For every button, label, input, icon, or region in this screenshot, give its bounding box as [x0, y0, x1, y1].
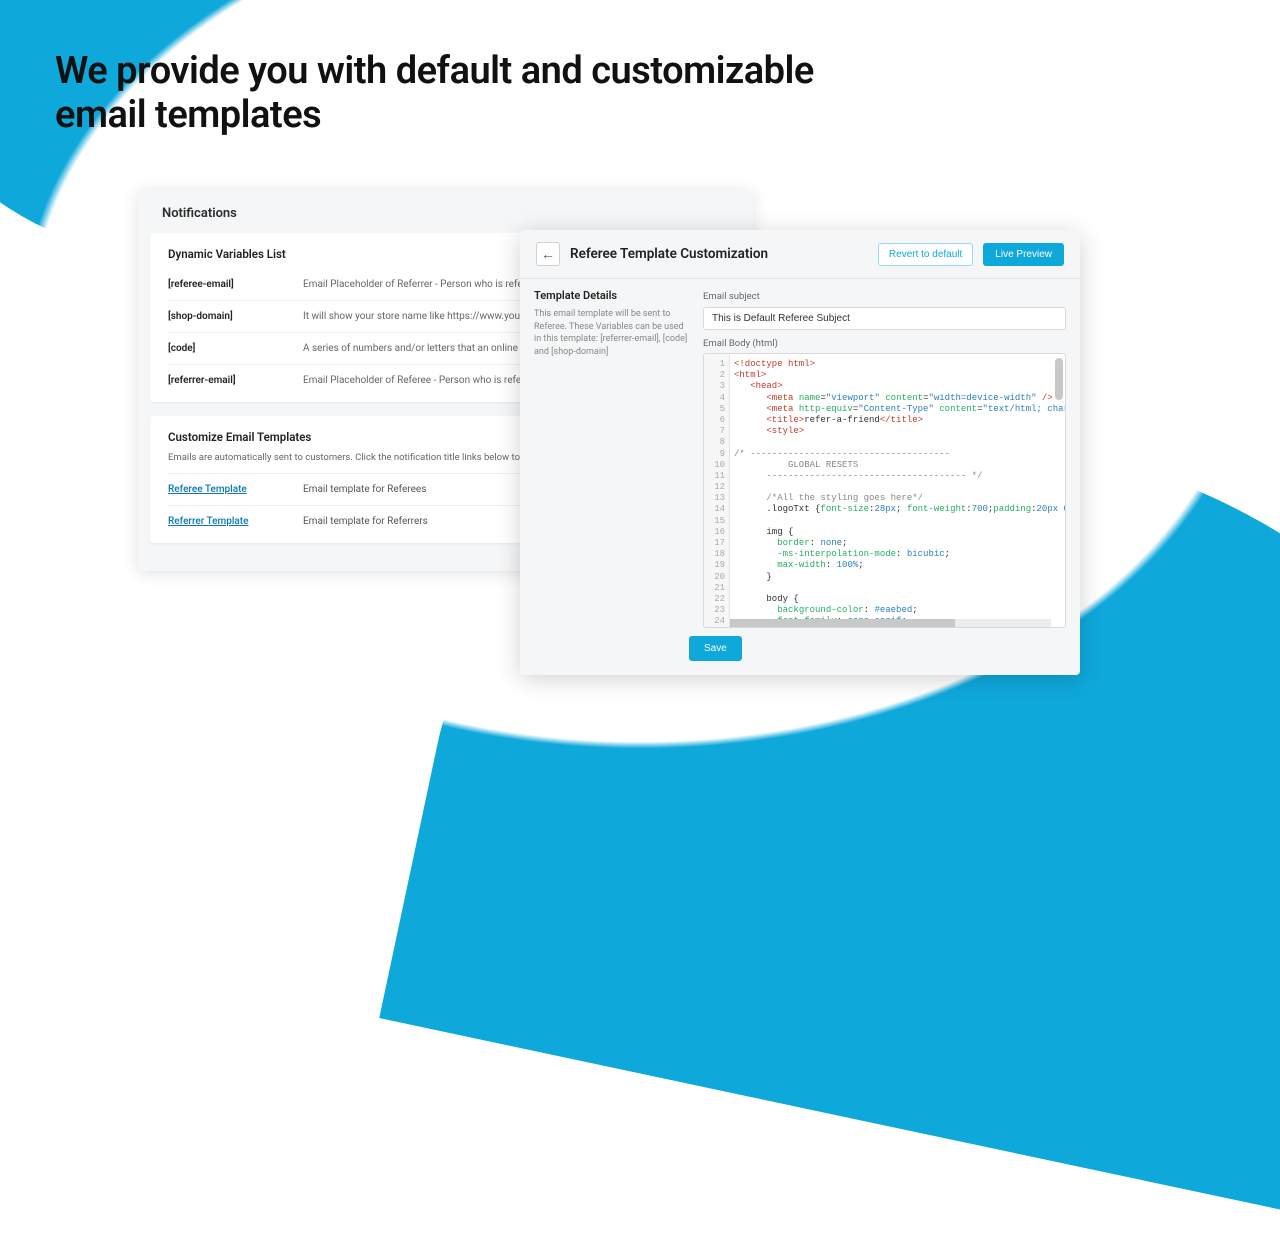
template-customization-panel: ← Referee Template Customization Revert … — [520, 230, 1080, 675]
subject-label: Email subject — [703, 291, 1066, 302]
template-link[interactable]: Referrer Template — [168, 516, 303, 527]
details-title: Template Details — [534, 289, 689, 302]
scrollbar-thumb-vertical[interactable] — [1055, 358, 1063, 400]
variable-key: [code] — [168, 343, 303, 354]
scrollbar-horizontal[interactable] — [730, 619, 1051, 627]
variable-key: [shop-domain] — [168, 311, 303, 322]
panel-title: Notifications — [138, 190, 753, 233]
revert-button[interactable]: Revert to default — [878, 243, 973, 266]
code-lines[interactable]: <!doctype html><html> <head> <meta name=… — [734, 358, 1051, 627]
template-details: Template Details This email template wil… — [534, 289, 689, 628]
code-gutter: 123456789101112131415161718192021222324 — [704, 354, 730, 627]
back-button[interactable]: ← — [536, 242, 560, 266]
email-subject-input[interactable] — [703, 307, 1066, 330]
body-label: Email Body (html) — [703, 338, 1066, 349]
details-text: This email template will be sent to Refe… — [534, 308, 689, 358]
email-body-editor[interactable]: 123456789101112131415161718192021222324 … — [703, 353, 1066, 628]
template-link[interactable]: Referee Template — [168, 484, 303, 495]
variable-key: [referrer-email] — [168, 375, 303, 386]
panel-header-title: Referee Template Customization — [570, 246, 868, 262]
scrollbar-thumb-horizontal[interactable] — [730, 619, 955, 627]
panel-header: ← Referee Template Customization Revert … — [520, 230, 1080, 279]
variable-key: [referee-email] — [168, 279, 303, 290]
headline: We provide you with default and customiz… — [55, 50, 855, 137]
save-button[interactable]: Save — [689, 636, 742, 661]
arrow-left-icon: ← — [541, 246, 555, 263]
live-preview-button[interactable]: Live Preview — [983, 243, 1064, 266]
